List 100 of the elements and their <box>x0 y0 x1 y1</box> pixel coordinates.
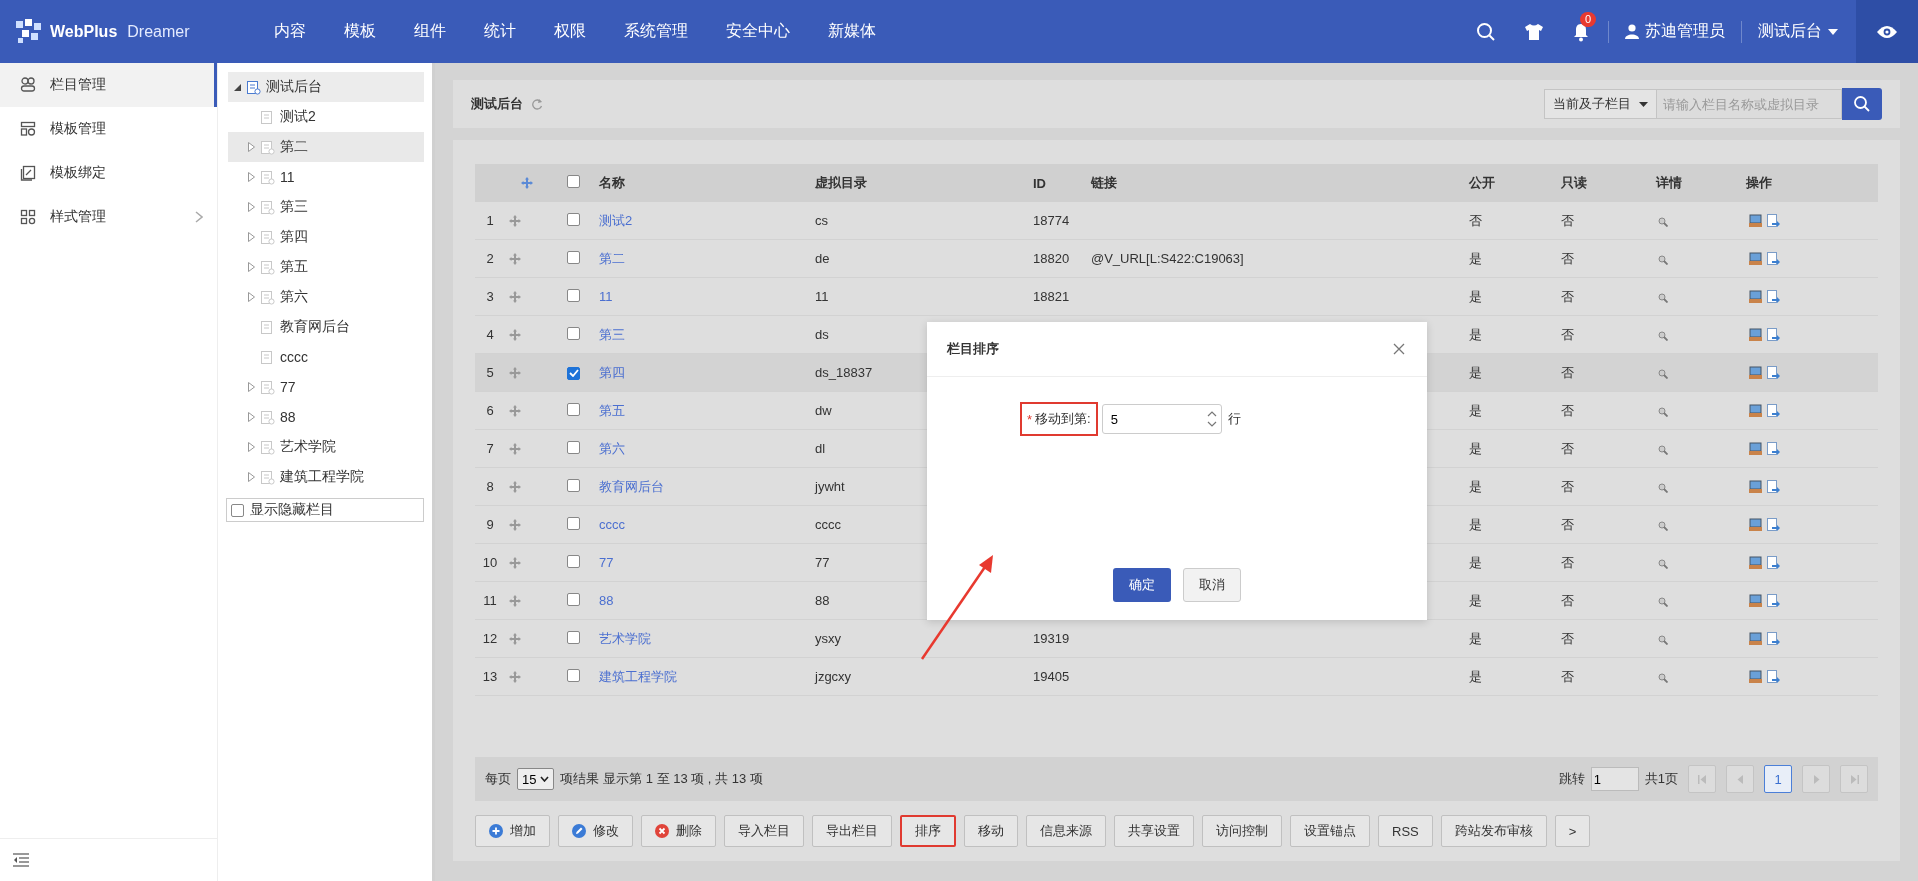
edit-button[interactable] <box>1746 252 1764 267</box>
nav-item[interactable]: 组件 <box>395 21 465 42</box>
checkbox[interactable] <box>567 516 580 530</box>
column-link[interactable]: 第六 <box>599 440 625 456</box>
column-link[interactable]: 88 <box>599 593 614 608</box>
checkbox[interactable] <box>567 175 580 188</box>
action-button[interactable]: 信息来源 <box>1026 815 1106 847</box>
checkbox[interactable] <box>567 440 580 454</box>
site-dropdown[interactable]: 测试后台 <box>1746 21 1850 42</box>
nav-item[interactable]: 内容 <box>255 21 325 42</box>
nav-item[interactable]: 新媒体 <box>809 21 895 42</box>
tree-node[interactable]: cccc <box>228 342 424 372</box>
edit-button[interactable] <box>1746 404 1764 419</box>
tree-node[interactable]: 建筑工程学院 <box>228 462 424 492</box>
search-field[interactable]: 请输入栏目名称或虚拟目录 <box>1657 89 1842 119</box>
export-button[interactable] <box>1764 366 1782 381</box>
action-button[interactable]: 删除 <box>641 815 716 847</box>
tree-node[interactable]: 测试后台 <box>228 72 424 102</box>
preview-button[interactable] <box>1856 0 1918 63</box>
edit-button[interactable] <box>1746 442 1764 457</box>
sidebar-item[interactable]: 模板管理 <box>0 107 217 151</box>
page-button[interactable]: 1 <box>1764 765 1792 793</box>
nav-item[interactable]: 统计 <box>465 21 535 42</box>
checkbox[interactable] <box>567 288 580 302</box>
cancel-button[interactable]: 取消 <box>1183 568 1241 602</box>
details-button[interactable] <box>1656 634 1670 645</box>
sidebar-item[interactable]: 栏目管理 <box>0 63 217 107</box>
tree-node[interactable]: 第五 <box>228 252 424 282</box>
export-button[interactable] <box>1764 670 1782 685</box>
details-button[interactable] <box>1656 292 1670 303</box>
edit-button[interactable] <box>1746 328 1764 343</box>
sidebar-item[interactable]: 模板绑定 <box>0 151 217 195</box>
close-button[interactable] <box>1391 341 1407 357</box>
edit-button[interactable] <box>1746 518 1764 533</box>
tree-node[interactable]: 教育网后台 <box>228 312 424 342</box>
action-button[interactable]: 移动 <box>964 815 1018 847</box>
tree-node[interactable]: 第二 <box>228 132 424 162</box>
details-button[interactable] <box>1656 558 1670 569</box>
export-button[interactable] <box>1764 252 1782 267</box>
action-button[interactable]: 增加 <box>475 815 550 847</box>
checkbox[interactable] <box>567 212 580 226</box>
nav-item[interactable]: 安全中心 <box>707 21 809 42</box>
export-button[interactable] <box>1764 404 1782 419</box>
checkbox[interactable] <box>567 326 580 340</box>
search-button[interactable] <box>1842 88 1882 120</box>
column-link[interactable]: 第三 <box>599 326 625 342</box>
tree-node[interactable]: 第四 <box>228 222 424 252</box>
number-field[interactable]: 5 <box>1101 404 1222 434</box>
export-button[interactable] <box>1764 290 1782 305</box>
tree-node[interactable]: 艺术学院 <box>228 432 424 462</box>
edit-button[interactable] <box>1746 632 1764 647</box>
edit-button[interactable] <box>1746 594 1764 609</box>
checkbox[interactable] <box>567 668 580 682</box>
notification-button[interactable]: 0 <box>1558 11 1604 52</box>
action-button[interactable]: > <box>1554 815 1591 847</box>
action-button[interactable]: 设置锚点 <box>1290 815 1370 847</box>
column-link[interactable]: 第五 <box>599 402 625 418</box>
column-link[interactable]: 第二 <box>599 250 625 266</box>
column-link[interactable]: 教育网后台 <box>599 478 664 494</box>
details-button[interactable] <box>1656 672 1670 683</box>
edit-button[interactable] <box>1746 214 1764 229</box>
details-button[interactable] <box>1656 482 1670 493</box>
tree-node[interactable]: 第三 <box>228 192 424 222</box>
action-button[interactable]: 共享设置 <box>1114 815 1194 847</box>
details-button[interactable] <box>1656 520 1670 531</box>
checkbox[interactable] <box>567 592 580 606</box>
user-menu[interactable]: 苏迪管理员 <box>1613 21 1737 42</box>
page-size-dropdown[interactable]: 15 <box>517 768 555 790</box>
confirm-button[interactable]: 确定 <box>1113 568 1171 602</box>
export-button[interactable] <box>1764 480 1782 495</box>
details-button[interactable] <box>1656 368 1670 379</box>
sidebar-item[interactable]: 样式管理 <box>0 195 217 239</box>
action-button[interactable]: 导出栏目 <box>812 815 892 847</box>
checkbox[interactable] <box>567 630 580 644</box>
column-link[interactable]: cccc <box>599 517 625 532</box>
edit-button[interactable] <box>1746 366 1764 381</box>
checkbox[interactable] <box>231 503 244 517</box>
export-button[interactable] <box>1764 214 1782 229</box>
tree-node[interactable]: 88 <box>228 402 424 432</box>
page-jump-field[interactable]: 1 <box>1590 767 1639 791</box>
action-button[interactable]: RSS <box>1378 815 1433 847</box>
tree-node[interactable]: 77 <box>228 372 424 402</box>
column-link[interactable]: 建筑工程学院 <box>599 668 677 684</box>
checkbox[interactable] <box>567 366 580 380</box>
export-button[interactable] <box>1764 632 1782 647</box>
export-button[interactable] <box>1764 442 1782 457</box>
edit-button[interactable] <box>1746 480 1764 495</box>
action-button[interactable]: 排序 <box>900 815 956 847</box>
column-link[interactable]: 测试2 <box>599 212 633 228</box>
checkbox[interactable] <box>567 478 580 492</box>
details-button[interactable] <box>1656 444 1670 455</box>
edit-button[interactable] <box>1746 670 1764 685</box>
details-button[interactable] <box>1656 254 1670 265</box>
checkbox[interactable] <box>567 402 580 416</box>
nav-item[interactable]: 权限 <box>535 21 605 42</box>
column-link[interactable]: 艺术学院 <box>599 630 651 646</box>
details-button[interactable] <box>1656 330 1670 341</box>
checkbox[interactable] <box>567 250 580 264</box>
tree-node[interactable]: 第六 <box>228 282 424 312</box>
action-button[interactable]: 修改 <box>558 815 633 847</box>
